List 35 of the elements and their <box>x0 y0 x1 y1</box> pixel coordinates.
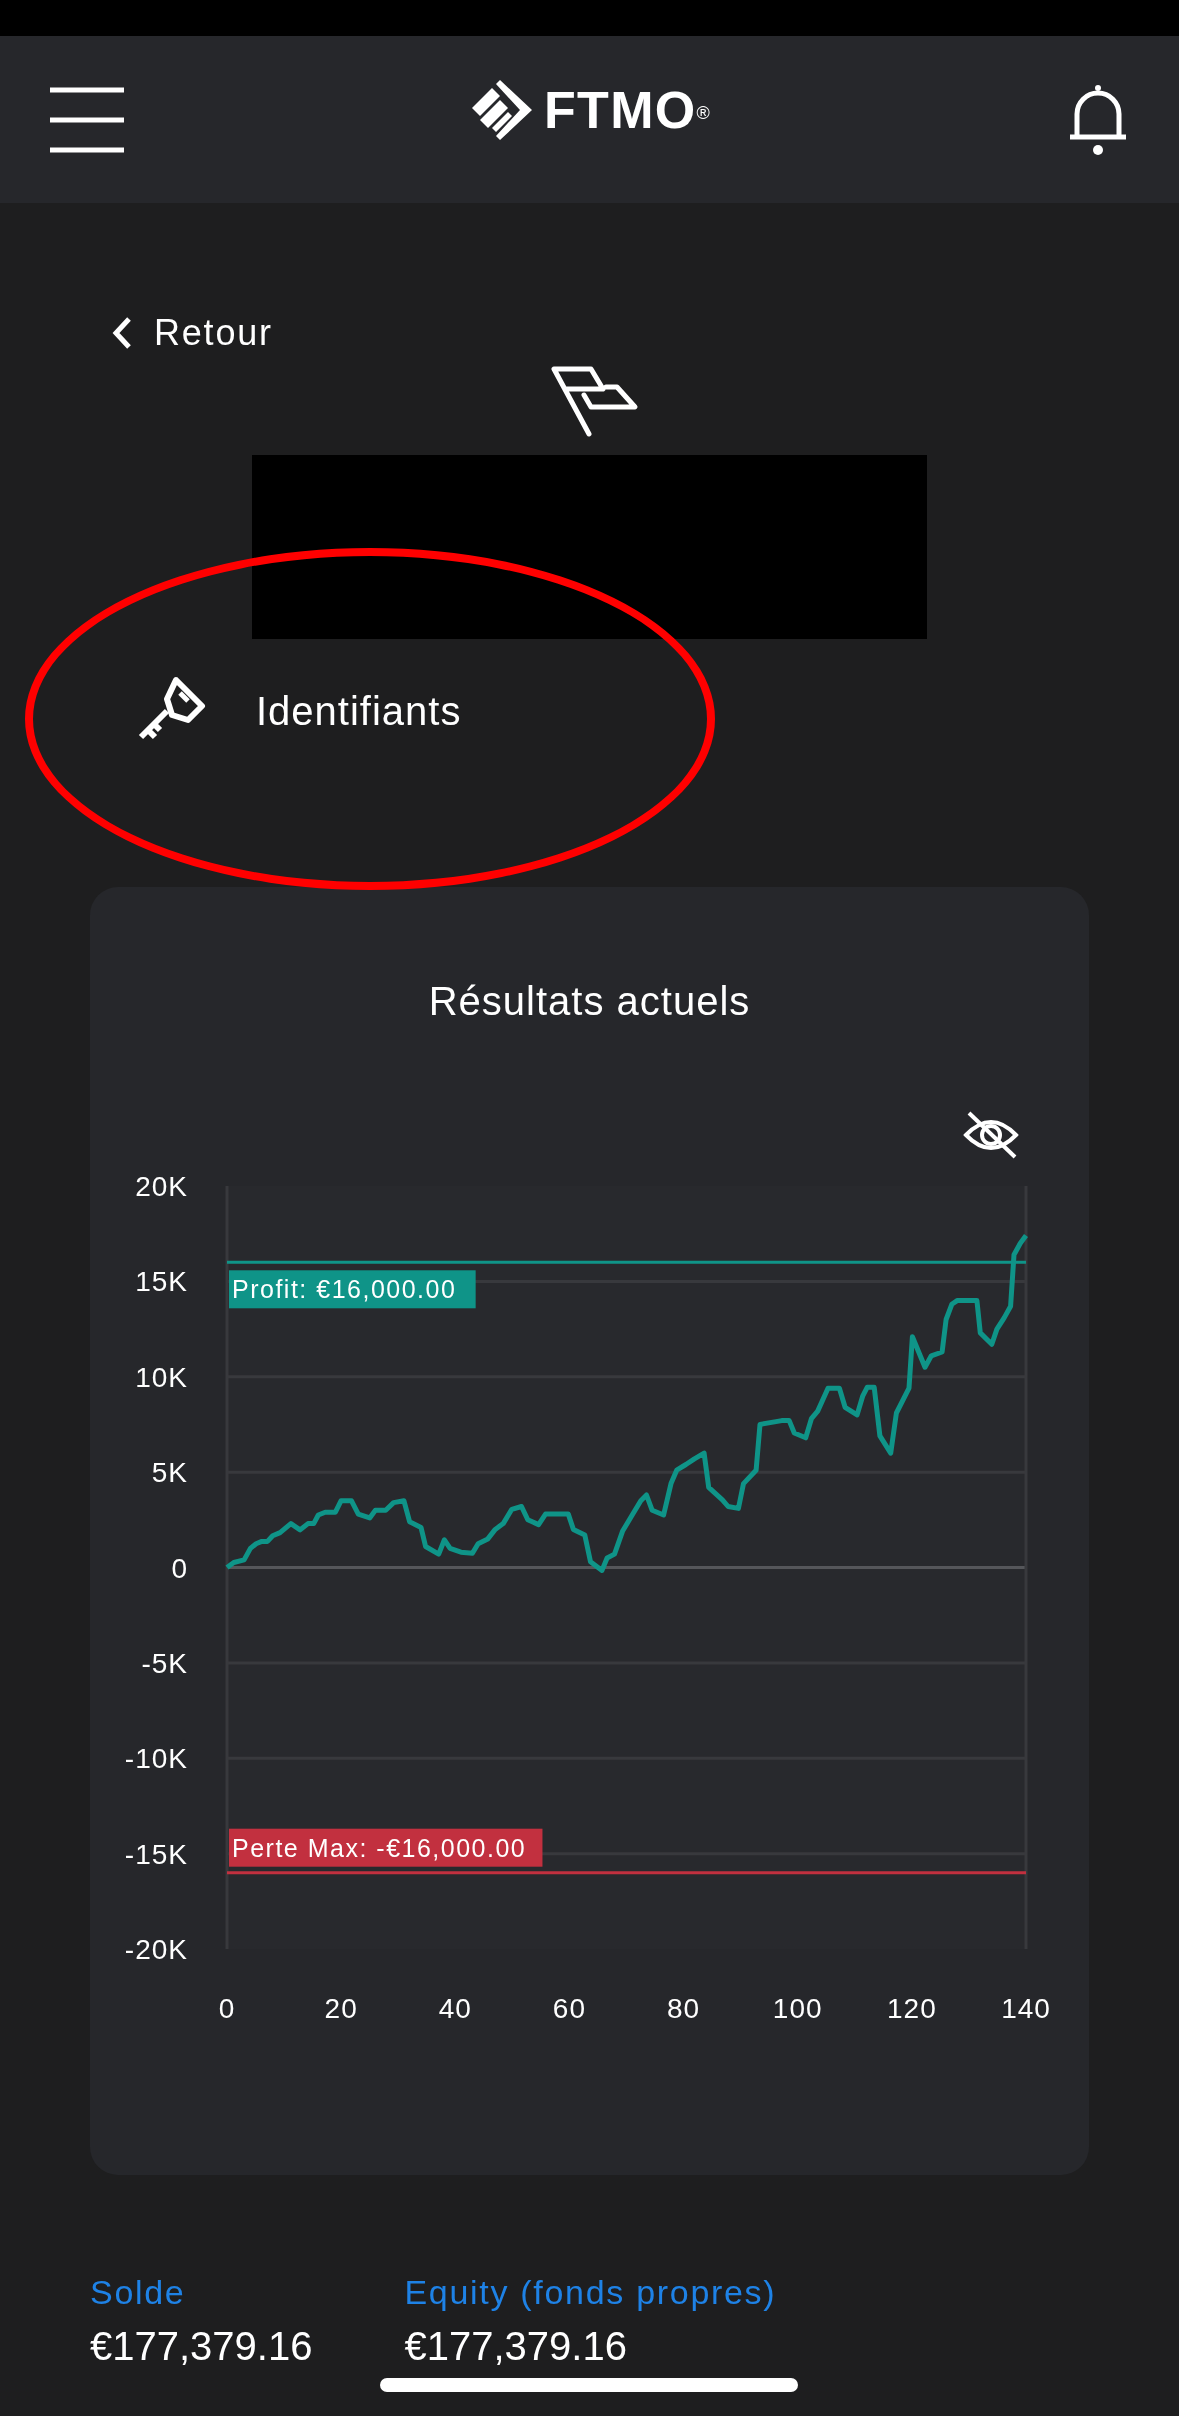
x-axis-label: 40 <box>438 1993 472 2024</box>
y-axis-label: -15K <box>124 1838 188 1870</box>
reference-label: Profit: €16,000.00 <box>229 1270 476 1309</box>
x-axis-label: 80 <box>667 1993 701 2024</box>
eye-off-icon[interactable] <box>964 1111 1018 1159</box>
y-axis-label: 20K <box>135 1171 188 1202</box>
menu-icon[interactable] <box>50 86 124 153</box>
y-axis-label: -10K <box>124 1743 188 1775</box>
y-axis-label: 0 <box>171 1552 188 1584</box>
logo-mark-icon <box>470 80 532 140</box>
card-title: Résultats actuels <box>428 979 751 1023</box>
reference-label: Perte Max: -€16,000.00 <box>229 1828 543 1867</box>
stat-label: Solde <box>90 2272 187 2313</box>
x-axis-label: 100 <box>772 1993 823 2024</box>
credentials-link[interactable]: Identifiants <box>136 681 1089 741</box>
ref-line-label: Profit: €16,000.00 <box>232 1275 457 1304</box>
ref-line-label: Perte Max: -€16,000.00 <box>232 1833 527 1862</box>
y-axis-label: 15K <box>135 1266 188 1298</box>
logo[interactable]: FTMO$^{®}$ <box>470 80 712 140</box>
stat-value: €177,379.16 <box>404 2323 628 2369</box>
logo-text: FTMO$^{®}$ <box>544 84 712 136</box>
chevron-left-icon <box>112 316 132 350</box>
stat-label: Equity (fonds propres) <box>404 2272 777 2313</box>
x-axis-label: 0 <box>218 1993 236 2024</box>
bell-icon[interactable] <box>1067 83 1129 156</box>
back-link[interactable]: Retour <box>112 313 1089 353</box>
y-axis-label: -5K <box>141 1647 188 1679</box>
stat-value: €177,379.16 <box>90 2323 313 2369</box>
x-axis-label: 120 <box>887 1993 937 2024</box>
x-axis-label: 20 <box>324 1993 358 2024</box>
y-axis-label: 5K <box>151 1457 188 1489</box>
y-axis-label: 10K <box>135 1361 188 1393</box>
y-axis-label: -20K <box>124 1934 188 1965</box>
x-axis-label: 60 <box>552 1993 586 2024</box>
x-axis-label: 140 <box>1001 1993 1051 2024</box>
